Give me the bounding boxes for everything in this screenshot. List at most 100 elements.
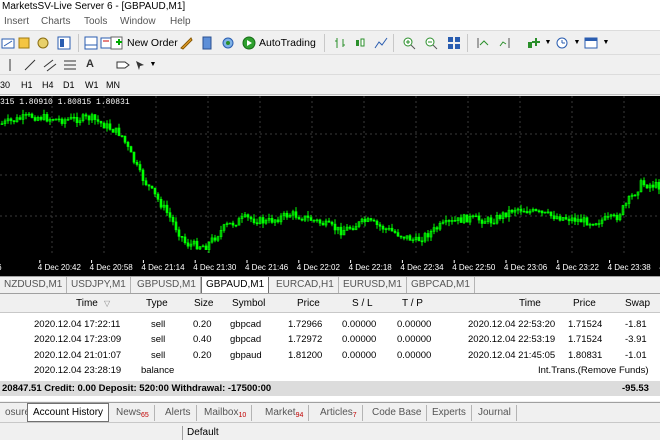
templates-icon[interactable] — [583, 35, 599, 51]
candle-body — [285, 212, 289, 218]
tab-label: Articles — [320, 407, 353, 418]
bar-chart-icon[interactable] — [332, 35, 348, 51]
candle-body — [261, 217, 265, 224]
metaeditor-icon[interactable] — [178, 35, 194, 51]
candle-body — [564, 217, 568, 220]
indicators-icon[interactable] — [525, 35, 541, 51]
col-time[interactable]: Time — [76, 294, 98, 313]
balance-row[interactable]: 2020.12.04 23:28:19 balance Int.Trans.(R… — [0, 364, 660, 378]
candle-body — [144, 180, 148, 186]
templates-dropdown-icon[interactable]: ▼ — [598, 35, 614, 51]
arrows-dropdown-icon[interactable]: ▼ — [145, 57, 161, 73]
cell-type: sell — [151, 334, 166, 345]
col-price[interactable]: Price — [297, 294, 320, 313]
menu-charts[interactable]: Charts — [41, 14, 70, 30]
autotrading-button[interactable]: AutoTrading — [242, 34, 316, 52]
col-size[interactable]: Size — [194, 294, 213, 313]
candle-body — [615, 214, 619, 221]
timeframe-w1[interactable]: W1 — [85, 78, 99, 92]
tab-experts[interactable]: Experts — [427, 405, 472, 421]
candle-body — [402, 236, 406, 239]
tab-mailbox[interactable]: Mailbox10 — [199, 405, 253, 421]
col-symbol[interactable]: Symbol — [232, 294, 265, 313]
tab-account-history[interactable]: Account History — [27, 403, 110, 422]
tile-windows-icon[interactable] — [446, 35, 462, 51]
navigator-icon[interactable] — [56, 35, 72, 51]
zoom-in-icon[interactable] — [401, 35, 417, 51]
x-axis-label: 4 Dec 23:38 — [608, 263, 652, 272]
market-watch-icon[interactable] — [35, 35, 51, 51]
candlestick-plot[interactable]: 0:26 4 Dec 20:42 4 Dec 20:58 4 Dec 21:14 4 D… — [0, 96, 660, 276]
tab-badge: 94 — [295, 412, 304, 419]
channel-icon[interactable] — [42, 57, 58, 73]
vertical-line-icon[interactable] — [2, 57, 18, 73]
price-chart[interactable]: 0:26 4 Dec 20:42 4 Dec 20:58 4 Dec 21:14 4 D… — [0, 96, 660, 276]
tab-label: Code Base — [372, 407, 422, 418]
chart-tab[interactable]: NZDUSD,M1 — [0, 277, 68, 293]
new-order-button[interactable]: New Order — [110, 34, 178, 52]
tab-news[interactable]: News65 — [111, 405, 155, 421]
zoom-out-icon[interactable] — [423, 35, 439, 51]
cell-time: 2020.12.04 21:01:07 — [34, 350, 122, 361]
chart-tab-active[interactable]: GBPAUD,M1 — [201, 277, 270, 294]
trendline-icon[interactable] — [22, 57, 38, 73]
candle-body — [147, 184, 151, 187]
chart-tab[interactable]: EURUSD,M1 — [339, 277, 407, 293]
tab-alerts[interactable]: Alerts — [160, 405, 197, 421]
col-close-price[interactable]: Price — [573, 294, 596, 313]
col-sl[interactable]: S / L — [352, 294, 373, 313]
signals-icon[interactable] — [199, 35, 215, 51]
candle-body — [510, 209, 514, 213]
chart-tab[interactable]: USDJPY,M1 — [67, 277, 131, 293]
market-icon[interactable] — [220, 35, 236, 51]
line-chart-icon[interactable] — [373, 35, 389, 51]
table-row[interactable]: 2020.12.04 17:23:09 sell 0.40 gbpcad 1.7… — [0, 333, 660, 347]
new-chart-icon[interactable] — [0, 35, 16, 51]
candle-body — [177, 229, 181, 237]
chart-tab[interactable]: EURCAD,H1 — [272, 277, 339, 293]
menu-window[interactable]: Window — [120, 14, 156, 30]
candle-body — [72, 116, 76, 119]
profiles-icon[interactable] — [16, 35, 32, 51]
col-type[interactable]: Type — [146, 294, 168, 313]
summary-text: 20847.51 Credit: 0.00 Deposit: 520:00 Wi… — [2, 383, 272, 394]
terminal-icon[interactable] — [83, 35, 99, 51]
timeframe-m30[interactable]: 30 — [0, 78, 10, 92]
table-row[interactable]: 2020.12.04 17:22:11 sell 0.20 gbpcad 1.7… — [0, 318, 660, 332]
timeframe-d1[interactable]: D1 — [63, 78, 75, 92]
chart-shift-icon[interactable] — [497, 35, 513, 51]
label-tool-icon[interactable] — [115, 57, 131, 73]
text-tool-icon[interactable]: A — [82, 56, 98, 72]
col-tp[interactable]: T / P — [402, 294, 423, 313]
tab-market[interactable]: Market94 — [260, 405, 310, 421]
menu-tools[interactable]: Tools — [84, 14, 107, 30]
candle-body — [573, 217, 577, 222]
tab-code-base[interactable]: Code Base — [367, 405, 428, 421]
candlestick-chart-icon[interactable] — [352, 35, 368, 51]
candle-body — [39, 117, 43, 120]
menu-help[interactable]: Help — [170, 14, 191, 30]
toolbar-separator — [467, 34, 468, 52]
periods-icon[interactable] — [554, 35, 570, 51]
tab-articles[interactable]: Articles7 — [315, 405, 363, 421]
summary-total: -95.53 — [622, 383, 649, 394]
chart-tab[interactable]: GBPCAD,M1 — [407, 277, 475, 293]
col-close-time[interactable]: Time — [519, 294, 541, 313]
col-swap[interactable]: Swap — [625, 294, 650, 313]
cell-close-price: 1.71524 — [568, 319, 603, 330]
candle-body — [399, 235, 403, 238]
candle-body — [180, 236, 184, 238]
menu-insert[interactable]: Insert — [4, 14, 29, 30]
table-row[interactable]: 2020.12.04 21:01:07 sell 0.20 gbpaud 1.8… — [0, 349, 660, 363]
new-order-label: New Order — [127, 37, 178, 49]
cell-comment: Int.Trans.(Remove Funds) — [538, 365, 649, 376]
timeframe-h1[interactable]: H1 — [21, 78, 33, 92]
fibonacci-icon[interactable] — [62, 57, 78, 73]
autoscroll-icon[interactable] — [475, 35, 491, 51]
timeframe-mn[interactable]: MN — [106, 78, 120, 92]
tab-journal[interactable]: Journal — [473, 405, 517, 421]
candle-body — [381, 225, 385, 230]
chart-tab[interactable]: GBPUSD,M1 — [133, 277, 201, 293]
timeframe-h4[interactable]: H4 — [42, 78, 54, 92]
candle-body — [372, 219, 376, 222]
